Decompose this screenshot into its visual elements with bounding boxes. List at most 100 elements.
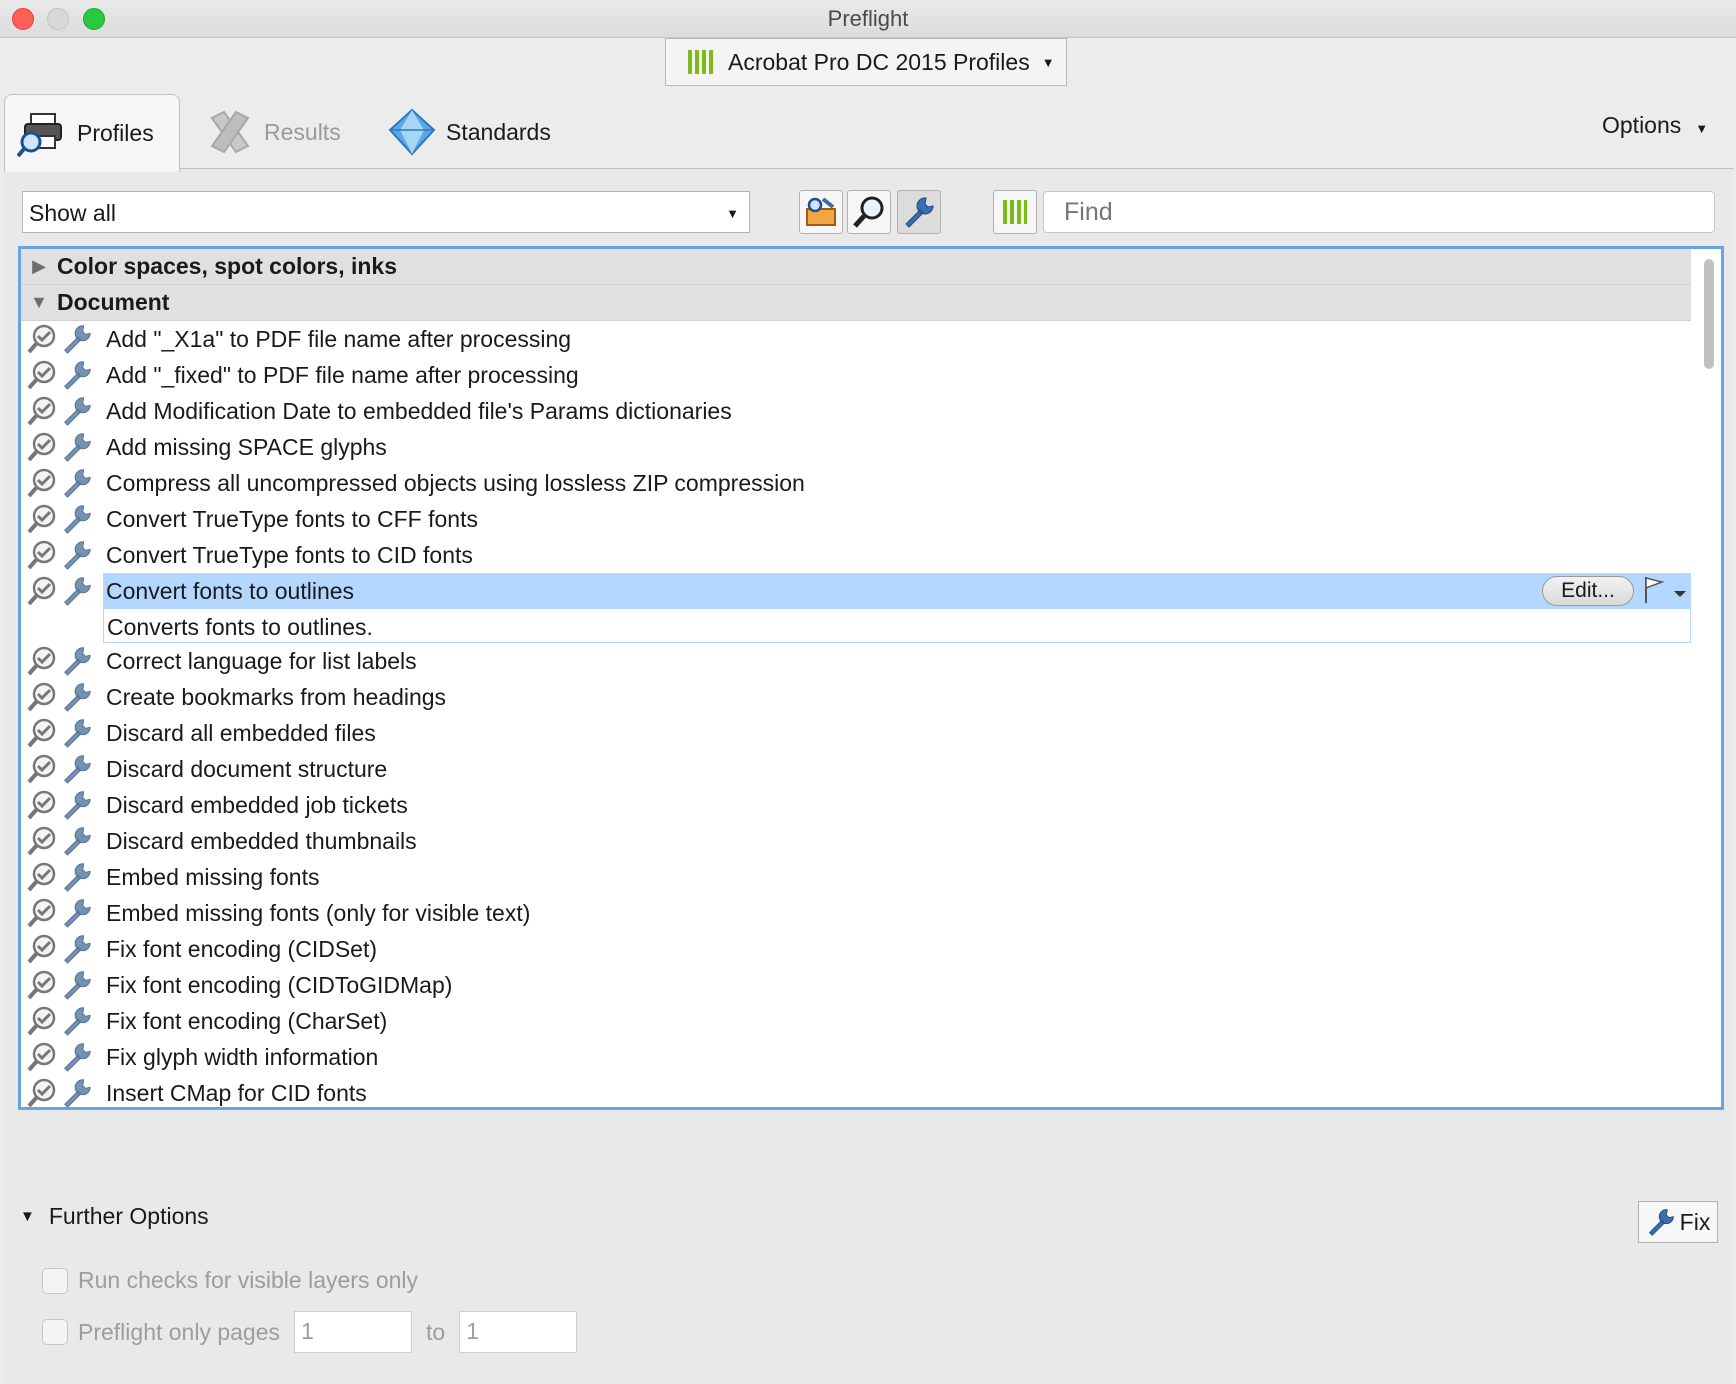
fixup-row[interactable]: Embed missing fonts (only for visible te… xyxy=(21,895,1691,931)
check-magnifier-icon xyxy=(27,898,57,928)
check-magnifier-icon xyxy=(27,754,57,784)
fixup-row[interactable]: Compress all uncompressed objects using … xyxy=(21,465,1691,501)
further-options-toggle[interactable]: ▼ Further Options xyxy=(20,1203,209,1230)
check-magnifier-icon xyxy=(27,468,57,498)
library-bars-icon xyxy=(688,50,714,74)
check-magnifier-icon xyxy=(27,324,57,354)
check-magnifier-icon xyxy=(27,718,57,748)
page-range-checkbox[interactable] xyxy=(42,1319,68,1345)
wrench-icon xyxy=(61,467,93,499)
edit-button[interactable]: Edit... xyxy=(1542,576,1634,606)
fix-button-label: Fix xyxy=(1679,1208,1711,1235)
profile-library-label: Acrobat Pro DC 2015 Profiles xyxy=(728,48,1030,75)
fixup-row[interactable]: Discard embedded thumbnails xyxy=(21,823,1691,859)
find-input[interactable] xyxy=(1043,191,1715,233)
visible-layers-option: Run checks for visible layers only xyxy=(42,1267,418,1294)
tab-profiles[interactable]: Profiles xyxy=(4,94,180,172)
further-options-label: Further Options xyxy=(48,1203,209,1229)
check-magnifier-icon xyxy=(27,540,57,570)
results-cross-icon xyxy=(204,108,256,156)
fixup-label: Embed missing fonts xyxy=(106,863,320,890)
tab-bar: Profiles Results Standards xyxy=(4,94,1732,172)
fix-button[interactable]: Fix xyxy=(1638,1201,1718,1243)
fixup-label: Compress all uncompressed objects using … xyxy=(106,469,805,496)
fixup-row[interactable]: Correct language for list labels xyxy=(21,643,1691,679)
page-range-label: Preflight only pages xyxy=(78,1318,281,1345)
title-bar: Preflight xyxy=(0,0,1736,38)
fixup-row[interactable]: Fix font encoding (CIDSet) xyxy=(21,931,1691,967)
fixup-label: Fix glyph width information xyxy=(106,1043,379,1070)
page-to-field[interactable]: 1 xyxy=(459,1311,578,1353)
wrench-icon xyxy=(61,431,93,463)
filter-dropdown[interactable]: Show all ▼ xyxy=(22,191,750,233)
profile-library-dropdown[interactable]: Acrobat Pro DC 2015 Profiles ▼ xyxy=(665,38,1067,86)
page-from-field[interactable]: 1 xyxy=(294,1311,413,1353)
profile-box-icon xyxy=(806,197,836,226)
wrench-icon xyxy=(61,897,93,929)
fixup-row[interactable]: Convert fonts to outlines Edit... xyxy=(21,573,1691,609)
fixup-row[interactable]: Convert TrueType fonts to CFF fonts xyxy=(21,501,1691,537)
fixup-row[interactable]: Insert CMap for CID fonts xyxy=(21,1075,1691,1107)
wrench-icon xyxy=(61,359,93,391)
fixup-row[interactable]: Add missing SPACE glyphs xyxy=(21,429,1691,465)
library-bars-button[interactable] xyxy=(993,190,1037,234)
window-title: Preflight xyxy=(827,6,909,31)
fixup-label: Add missing SPACE glyphs xyxy=(106,433,387,460)
fixup-row[interactable]: Fix font encoding (CIDToGIDMap) xyxy=(21,967,1691,1003)
wrench-icon xyxy=(61,395,93,427)
wrench-icon xyxy=(61,323,93,355)
fixup-row[interactable]: Add "_X1a" to PDF file name after proces… xyxy=(21,321,1691,357)
check-magnifier-icon xyxy=(27,576,57,606)
fixup-label: Discard embedded thumbnails xyxy=(106,827,417,854)
disclosure-expanded-icon[interactable]: ▼ xyxy=(21,292,57,313)
fixup-row[interactable]: Discard embedded job tickets xyxy=(21,787,1691,823)
fixup-label: Add "_fixed" to PDF file name after proc… xyxy=(106,361,579,388)
visible-layers-checkbox[interactable] xyxy=(42,1267,68,1294)
fixup-label: Fix font encoding (CIDToGIDMap) xyxy=(106,971,453,998)
check-magnifier-icon xyxy=(27,790,57,820)
fixups-list: ▶ Color spaces, spot colors, inks ▼ Docu… xyxy=(18,246,1724,1110)
fixup-row[interactable]: Add "_fixed" to PDF file name after proc… xyxy=(21,357,1691,393)
group-label: Color spaces, spot colors, inks xyxy=(57,253,397,279)
wrench-icon xyxy=(61,539,93,571)
check-magnifier-icon xyxy=(27,970,57,1000)
fixup-label: Discard document structure xyxy=(106,755,388,782)
wrench-icon xyxy=(61,933,93,965)
tab-standards[interactable]: Standards xyxy=(386,94,551,170)
show-profiles-button[interactable] xyxy=(799,190,843,234)
fixup-label: Convert TrueType fonts to CFF fonts xyxy=(106,505,478,532)
fixup-label: Fix font encoding (CIDSet) xyxy=(106,935,378,962)
group-document[interactable]: ▼ Document xyxy=(21,285,1691,321)
chevron-down-icon: ▼ xyxy=(1041,54,1055,70)
wrench-icon xyxy=(61,1041,93,1073)
check-magnifier-icon xyxy=(27,360,57,390)
group-color-spaces[interactable]: ▶ Color spaces, spot colors, inks xyxy=(21,249,1691,285)
fixup-row[interactable]: Discard document structure xyxy=(21,751,1691,787)
fixup-row[interactable]: Convert TrueType fonts to CID fonts xyxy=(21,537,1691,573)
list-scrollbar[interactable] xyxy=(1701,253,1717,1105)
check-magnifier-icon xyxy=(27,862,57,892)
fixup-row[interactable]: Fix glyph width information xyxy=(21,1039,1691,1075)
options-menu[interactable]: Options ▼ xyxy=(1602,112,1708,139)
fixup-label: Correct language for list labels xyxy=(106,647,417,674)
fixup-row[interactable]: Discard all embedded files xyxy=(21,715,1691,751)
check-magnifier-icon xyxy=(27,682,57,712)
fixup-row[interactable]: Create bookmarks from headings xyxy=(21,679,1691,715)
scrollbar-thumb[interactable] xyxy=(1704,259,1714,369)
disclosure-collapsed-icon[interactable]: ▶ xyxy=(21,256,57,277)
fixup-row[interactable]: Embed missing fonts xyxy=(21,859,1691,895)
profiles-printer-magnifier-icon xyxy=(16,110,69,158)
fixup-label: Discard all embedded files xyxy=(106,719,376,746)
check-magnifier-icon xyxy=(27,826,57,856)
flag-menu-icon[interactable] xyxy=(1638,575,1688,607)
show-fixups-button[interactable] xyxy=(897,190,941,234)
check-magnifier-icon xyxy=(27,504,57,534)
fixup-row[interactable]: Fix font encoding (CharSet) xyxy=(21,1003,1691,1039)
tab-results[interactable]: Results xyxy=(204,94,341,170)
fixup-label: Add "_X1a" to PDF file name after proces… xyxy=(106,325,572,352)
fixup-row[interactable]: Add Modification Date to embedded file's… xyxy=(21,393,1691,429)
fixup-label: Discard embedded job tickets xyxy=(106,791,408,818)
wrench-icon xyxy=(61,1077,93,1107)
wrench-icon xyxy=(905,197,934,228)
show-checks-button[interactable] xyxy=(847,190,891,234)
